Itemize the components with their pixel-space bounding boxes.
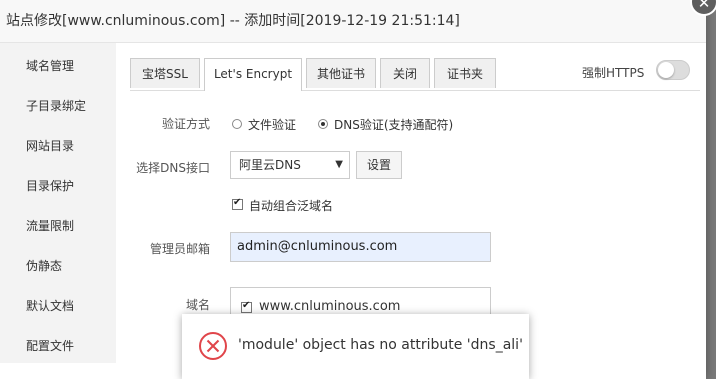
dialog-title: 站点修改[www.cnluminous.com] -- 添加时间[2019-12… [6, 13, 460, 29]
radio-dns-verify-label: DNS验证(支持通配符) [334, 118, 454, 132]
verify-method-label: 验证方式 [161, 117, 210, 131]
dropdown-arrow-icon: ▼ [335, 159, 343, 170]
tab-other-cert[interactable]: 其他证书 [306, 58, 376, 88]
sidebar-item-config-file[interactable]: 配置文件 [26, 337, 74, 354]
radio-file-verify-label: 文件验证 [248, 118, 297, 132]
dns-provider-value: 阿里云DNS [239, 158, 301, 172]
domain-label: 域名 [185, 298, 210, 312]
dns-provider-select[interactable]: 阿里云DNS ▼ [230, 151, 350, 179]
dns-provider-label: 选择DNS接口 [136, 161, 210, 175]
force-https-label: 强制HTTPS [582, 66, 645, 80]
error-message: 'module' object has no attribute 'dns_al… [238, 337, 523, 353]
tab-lets-encrypt[interactable]: Let's Encrypt [204, 58, 302, 91]
toggle-knob [658, 62, 674, 78]
tab-cert-folder[interactable]: 证书夹 [434, 58, 496, 88]
sidebar-item-domain-management[interactable]: 域名管理 [26, 57, 74, 74]
auto-wildcard-checkbox[interactable] [232, 197, 243, 210]
sidebar-item-traffic-limit[interactable]: 流量限制 [26, 217, 74, 234]
admin-email-label: 管理员邮箱 [149, 242, 210, 256]
sidebar-item-site-directory[interactable]: 网站目录 [26, 137, 74, 154]
sidebar: 域名管理 子目录绑定 网站目录 目录保护 流量限制 伪静态 默认文档 配置文件 [0, 43, 116, 363]
admin-email-input[interactable]: admin@cnluminous.com [230, 232, 491, 262]
error-icon [199, 332, 227, 360]
tab-close[interactable]: 关闭 [380, 58, 430, 88]
sidebar-item-rewrite[interactable]: 伪静态 [26, 257, 62, 274]
radio-file-verify[interactable] [232, 119, 242, 129]
sidebar-item-default-document[interactable]: 默认文档 [26, 297, 74, 314]
tab-bt-ssl[interactable]: 宝塔SSL [130, 58, 200, 88]
auto-wildcard-label: 自动组合泛域名 [249, 199, 334, 213]
domain-item-label: www.cnluminous.com [259, 299, 401, 314]
sidebar-item-subdirectory-binding[interactable]: 子目录绑定 [26, 97, 86, 114]
dialog-titlebar: 站点修改[www.cnluminous.com] -- 添加时间[2019-12… [0, 0, 706, 43]
radio-dns-verify[interactable] [318, 119, 328, 129]
domain-checkbox[interactable] [241, 300, 252, 313]
force-https-toggle[interactable] [656, 60, 690, 80]
sidebar-item-directory-protection[interactable]: 目录保护 [26, 177, 74, 194]
dns-settings-button[interactable]: 设置 [356, 151, 402, 179]
error-toast: 'module' object has no attribute 'dns_al… [182, 314, 529, 379]
